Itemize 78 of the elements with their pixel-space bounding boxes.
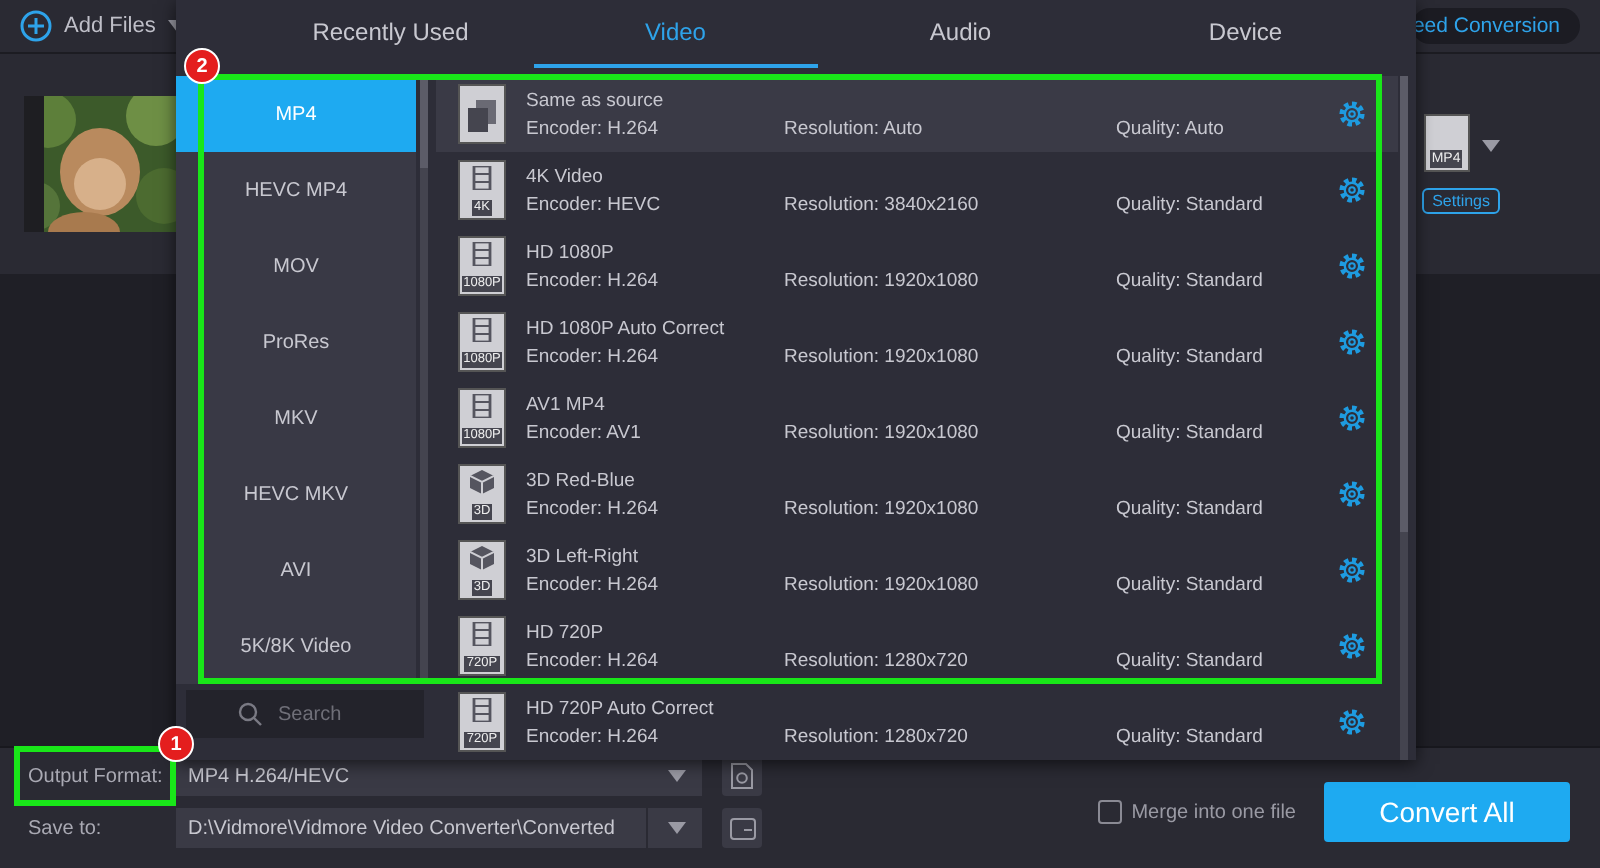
- add-icon[interactable]: [20, 10, 52, 42]
- add-files-button[interactable]: Add Files: [64, 14, 156, 38]
- preset-name: HD 1080P: [526, 241, 616, 263]
- merge-label: Merge into one file: [1131, 801, 1296, 823]
- preset-name: HD 720P Auto Correct: [526, 697, 716, 719]
- step-badge: 2: [184, 48, 220, 84]
- encoder-text: Encoder: H.264: [526, 117, 661, 139]
- output-format-dropdown[interactable]: MP4 H.264/HEVC: [176, 756, 702, 796]
- category-item[interactable]: 5K/8K Video: [176, 608, 416, 684]
- dropdown-caret-icon: [1481, 139, 1500, 151]
- preset-name: HD 720P: [526, 621, 606, 643]
- encoder-text: Encoder: H.264: [526, 497, 661, 519]
- quality-text: Quality: Standard: [1116, 573, 1265, 595]
- category-item[interactable]: MOV: [176, 228, 416, 304]
- format-tab[interactable]: Recently Used: [248, 0, 533, 68]
- resolution-text: Resolution: 1920x1080: [784, 421, 981, 443]
- format-tab[interactable]: Audio: [818, 0, 1103, 68]
- quality-text: Quality: Standard: [1116, 421, 1265, 443]
- preset-name: 3D Left-Right: [526, 545, 640, 567]
- save-to-label: Save to:: [28, 817, 104, 839]
- category-item[interactable]: ProRes: [176, 304, 416, 380]
- quality-text: Quality: Standard: [1116, 345, 1265, 367]
- quality-text: Quality: Standard: [1116, 497, 1265, 519]
- caret-icon: [668, 822, 686, 834]
- settings-icon[interactable]: [1338, 100, 1366, 128]
- preset-name: 3D Red-Blue: [526, 469, 637, 491]
- format-tab[interactable]: Device: [1103, 0, 1388, 68]
- settings-icon[interactable]: [1338, 632, 1366, 660]
- settings-icon[interactable]: [1338, 480, 1366, 508]
- preset-row[interactable]: Same as source Encoder: H.264 Resolution: Auto Quality: Auto: [436, 76, 1398, 152]
- encoder-text: Encoder: HEVC: [526, 193, 663, 215]
- resolution-text: Resolution: 1280x720: [784, 725, 970, 747]
- preset-name: Same as source: [526, 89, 666, 111]
- encoder-text: Encoder: H.264: [526, 725, 661, 747]
- encoder-text: Encoder: H.264: [526, 269, 661, 291]
- category-item[interactable]: MKV: [176, 380, 416, 456]
- open-folder-button[interactable]: [722, 808, 762, 848]
- settings-icon[interactable]: [1338, 252, 1366, 280]
- resolution-text: Resolution: 3840x2160: [784, 193, 981, 215]
- save-path-dropdown[interactable]: D:\Vidmore\Vidmore Video Converter\Converted: [176, 808, 702, 848]
- format-settings-button[interactable]: [722, 756, 762, 796]
- resolution-text: Resolution: 1920x1080: [784, 269, 981, 291]
- merge-checkbox[interactable]: [1097, 800, 1122, 824]
- resolution-text: Resolution: 1920x1080: [784, 497, 981, 519]
- encoder-text: Encoder: AV1: [526, 421, 643, 443]
- search-icon: [238, 702, 262, 726]
- search-field[interactable]: Search: [186, 690, 424, 738]
- settings-icon[interactable]: [1338, 328, 1366, 356]
- resolution-text: Resolution: Auto: [784, 117, 925, 139]
- quality-text: Quality: Standard: [1116, 649, 1265, 671]
- preset-name: 4K Video: [526, 165, 605, 187]
- resolution-text: Resolution: 1920x1080: [784, 573, 981, 595]
- settings-button[interactable]: Settings: [1422, 188, 1500, 214]
- quality-text: Quality: Standard: [1116, 725, 1265, 747]
- preset-name: AV1 MP4: [526, 393, 607, 415]
- quality-text: Quality: Standard: [1116, 193, 1265, 215]
- settings-icon[interactable]: [1338, 708, 1366, 736]
- resolution-text: Resolution: 1280x720: [784, 649, 970, 671]
- output-format-label: Output Format:: [28, 765, 164, 787]
- caret-icon: [668, 770, 686, 782]
- copy-icon: [458, 84, 506, 144]
- resolution-text: Resolution: 1920x1080: [784, 345, 981, 367]
- encoder-text: Encoder: H.264: [526, 345, 661, 367]
- encoder-text: Encoder: H.264: [526, 649, 661, 671]
- category-item[interactable]: HEVC MKV: [176, 456, 416, 532]
- scrollbar[interactable]: [1400, 76, 1408, 760]
- document-icon: [730, 762, 754, 790]
- folder-icon: [729, 817, 755, 839]
- settings-icon[interactable]: [1338, 404, 1366, 432]
- quality-text: Quality: Auto: [1116, 117, 1226, 139]
- quality-text: Quality: Standard: [1116, 269, 1265, 291]
- category-item[interactable]: HEVC MP4: [176, 152, 416, 228]
- preset-name: HD 1080P Auto Correct: [526, 317, 727, 339]
- settings-icon[interactable]: [1338, 176, 1366, 204]
- settings-icon[interactable]: [1338, 556, 1366, 584]
- format-tab[interactable]: Video: [533, 0, 818, 68]
- encoder-text: Encoder: H.264: [526, 573, 661, 595]
- category-item[interactable]: AVI: [176, 532, 416, 608]
